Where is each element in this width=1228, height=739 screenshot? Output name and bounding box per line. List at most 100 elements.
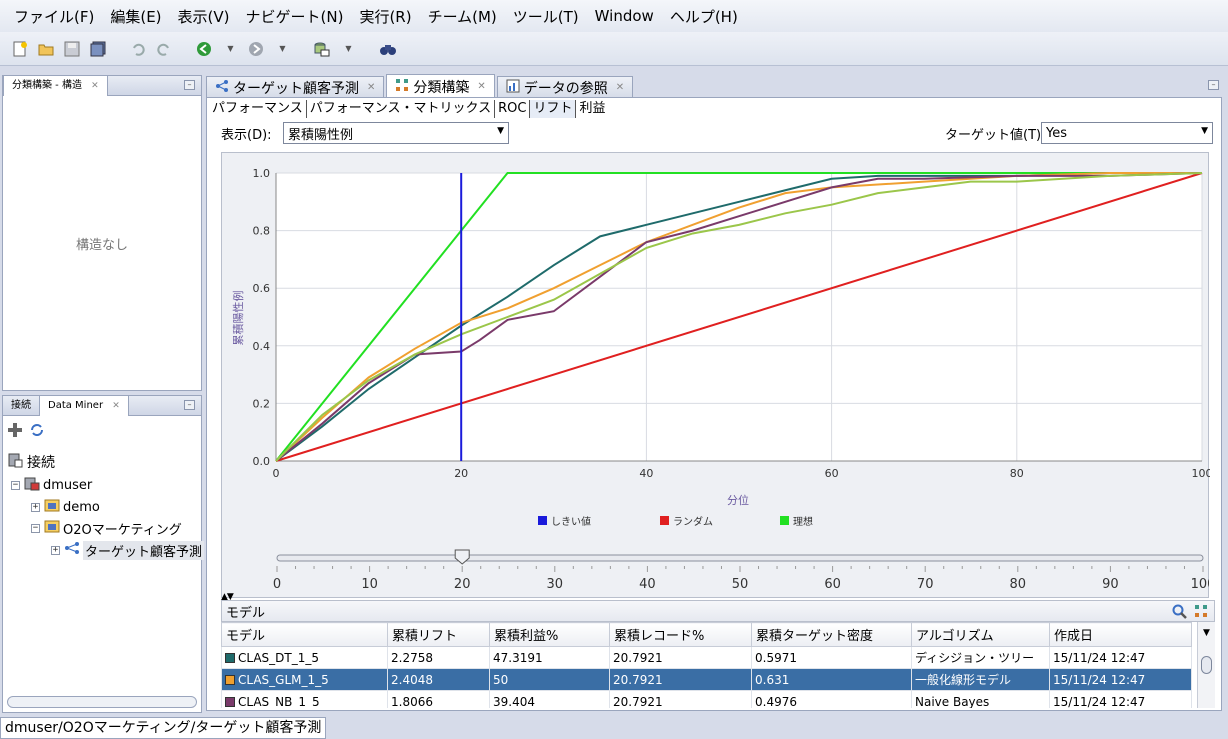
column-header[interactable]: 累積ターゲット密度 — [751, 622, 912, 647]
menu-window[interactable]: Window — [587, 7, 662, 25]
status-bar: dmuser/O2Oマーケティング/ターゲット顧客予測 — [0, 716, 1228, 739]
chevron-down-icon: ▼ — [497, 126, 504, 136]
table-cell: 15/11/24 12:47 — [1049, 668, 1192, 691]
structure-tab[interactable]: 分類構築 - 構造 ✕ — [3, 75, 108, 96]
forward-icon[interactable] — [246, 39, 266, 59]
refresh-icon[interactable] — [29, 422, 45, 442]
table-cell: 20.7921 — [609, 668, 752, 691]
tab-data-miner[interactable]: Data Miner ✕ — [39, 395, 129, 416]
new-file-icon[interactable] — [10, 39, 30, 59]
slider-thumb-shape[interactable] — [454, 549, 470, 565]
menu-bar: ファイル(F) 編集(E) 表示(V) ナビゲート(N) 実行(R) チーム(M… — [0, 0, 1228, 32]
table-cell: 47.3191 — [489, 646, 610, 669]
legend-swatch — [660, 516, 669, 525]
tab-data-view[interactable]: データの参照 ✕ — [496, 76, 634, 98]
expand-icon[interactable]: + — [31, 502, 40, 512]
table-cell: 2.4048 — [387, 668, 490, 691]
save-icon[interactable] — [62, 39, 82, 59]
scroll-thumb[interactable] — [1201, 656, 1212, 674]
y-axis-label: 累積陽性例 — [231, 291, 245, 346]
legend-label: しきい値 — [551, 515, 591, 528]
tree-item-dmuser[interactable]: − dmuser — [11, 475, 92, 495]
cell-text: 0.631 — [755, 672, 790, 687]
collapse-icon[interactable]: − — [11, 480, 20, 490]
column-header[interactable]: 作成日 — [1049, 622, 1192, 647]
data-view-icon — [506, 79, 520, 97]
display-select[interactable]: 累積陽性例 ▼ — [283, 122, 509, 144]
menu-navigate[interactable]: ナビゲート(N) — [238, 6, 352, 27]
table-header-row: モデル 累積リフト 累積利益% 累積レコード% 累積ターゲット密度 アルゴリズム… — [221, 622, 1192, 647]
breadcrumb[interactable]: dmuser/O2Oマーケティング/ターゲット顧客予測 — [0, 717, 327, 739]
y-tick-label: 0.6 — [253, 282, 271, 295]
target-value-select[interactable]: Yes ▼ — [1041, 122, 1213, 144]
cell-text: 47.3191 — [493, 650, 543, 665]
editor-maximize-icon[interactable]: – — [1208, 80, 1219, 90]
save-all-icon[interactable] — [88, 39, 108, 59]
table-row[interactable]: CLAS_DT_1_5 2.2758 47.3191 20.7921 0.5971 ディシ… — [221, 646, 1192, 669]
subtab-performance[interactable]: パフォーマンス — [209, 100, 307, 118]
horizontal-scrollbar[interactable] — [7, 696, 197, 708]
subtab-performance-matrix[interactable]: パフォーマンス・マトリックス — [307, 100, 496, 118]
column-header[interactable]: 累積リフト — [387, 622, 490, 647]
redo-icon[interactable] — [154, 39, 174, 59]
vertical-scrollbar[interactable]: ▼ — [1197, 622, 1215, 708]
tree-root-connections[interactable]: 接続 — [7, 452, 55, 472]
column-header[interactable]: モデル — [221, 622, 388, 647]
models-title: モデル — [226, 605, 266, 621]
subtab-profit[interactable]: 利益 — [576, 100, 608, 118]
menu-help[interactable]: ヘルプ(H) — [662, 6, 746, 27]
menu-view[interactable]: 表示(V) — [170, 6, 238, 27]
column-header[interactable]: アルゴリズム — [911, 622, 1050, 647]
slider-tick-label: 80 — [1010, 577, 1027, 592]
table-row[interactable]: CLAS_NB_1_5 1.8066 39.404 20.7921 0.4976 Naiv… — [221, 690, 1192, 709]
search-icon[interactable] — [1172, 604, 1188, 624]
database-run-icon[interactable] — [312, 39, 332, 59]
subtab-lift[interactable]: リフト — [530, 100, 577, 118]
slider-thumb[interactable] — [454, 549, 470, 565]
close-icon[interactable]: ✕ — [112, 401, 120, 411]
expand-icon[interactable]: + — [51, 545, 60, 555]
column-header[interactable]: 累積レコード% — [609, 622, 752, 647]
tab-classification-build[interactable]: 分類構築 ✕ — [386, 74, 495, 98]
cell-text: Naive Bayes — [915, 694, 990, 709]
minimize-icon[interactable]: – — [184, 80, 195, 90]
back-dropdown-icon[interactable]: ▼ — [220, 39, 240, 59]
table-row[interactable]: CLAS_GLM_1_5 2.4048 50 20.7921 0.631 一般化線形モデル… — [221, 668, 1192, 691]
threshold-slider[interactable]: 0 10 20 30 40 50 60 70 80 90 100 — [221, 544, 1215, 598]
collapse-icon[interactable]: − — [31, 523, 40, 533]
back-icon[interactable] — [194, 39, 214, 59]
menu-tools[interactable]: ツール(T) — [505, 6, 587, 27]
tab-connections[interactable]: 接続 — [3, 396, 39, 416]
tree-item-o2o-project[interactable]: − O2Oマーケティング — [31, 518, 182, 538]
tab-target-customer-workflow[interactable]: ターゲット顧客予測 ✕ — [206, 76, 385, 98]
add-icon[interactable] — [7, 422, 23, 442]
close-icon[interactable]: ✕ — [477, 81, 485, 92]
menu-file[interactable]: ファイル(F) — [6, 6, 102, 27]
binoculars-icon[interactable] — [378, 39, 398, 59]
chevron-down-icon[interactable]: ▼ — [1198, 628, 1215, 638]
classification-icon — [395, 78, 409, 96]
menu-edit[interactable]: 編集(E) — [102, 6, 169, 27]
result-subtabs: パフォーマンス パフォーマンス・マトリックス ROC リフト 利益 — [209, 100, 608, 120]
open-folder-icon[interactable] — [36, 39, 56, 59]
classification-icon[interactable] — [1194, 604, 1208, 622]
close-icon[interactable]: ✕ — [91, 81, 99, 91]
slider-track[interactable] — [276, 554, 1204, 562]
subtab-roc[interactable]: ROC — [495, 100, 531, 118]
lift-chart: 0 20 40 60 80 100 0.0 0.2 0.4 0.6 0.8 1.0 しきい値 ランダム理… — [221, 152, 1213, 598]
menu-run[interactable]: 実行(R) — [351, 6, 419, 27]
slider-tick-label: 10 — [361, 577, 378, 592]
undo-icon[interactable] — [128, 39, 148, 59]
minimize-icon[interactable]: – — [184, 400, 195, 410]
tree-item-workflow[interactable]: + ターゲット顧客予測 — [51, 540, 205, 560]
x-tick-label: 80 — [1010, 467, 1024, 480]
close-icon[interactable]: ✕ — [616, 82, 624, 93]
menu-team[interactable]: チーム(M) — [420, 6, 505, 27]
forward-dropdown-icon[interactable]: ▼ — [272, 39, 292, 59]
y-tick-label: 0.4 — [253, 340, 271, 353]
database-run-dropdown-icon[interactable]: ▼ — [338, 39, 358, 59]
table-cell: CLAS_DT_1_5 — [221, 646, 388, 669]
tree-item-demo[interactable]: + demo — [31, 497, 100, 517]
close-icon[interactable]: ✕ — [367, 82, 375, 93]
column-header[interactable]: 累積利益% — [489, 622, 610, 647]
